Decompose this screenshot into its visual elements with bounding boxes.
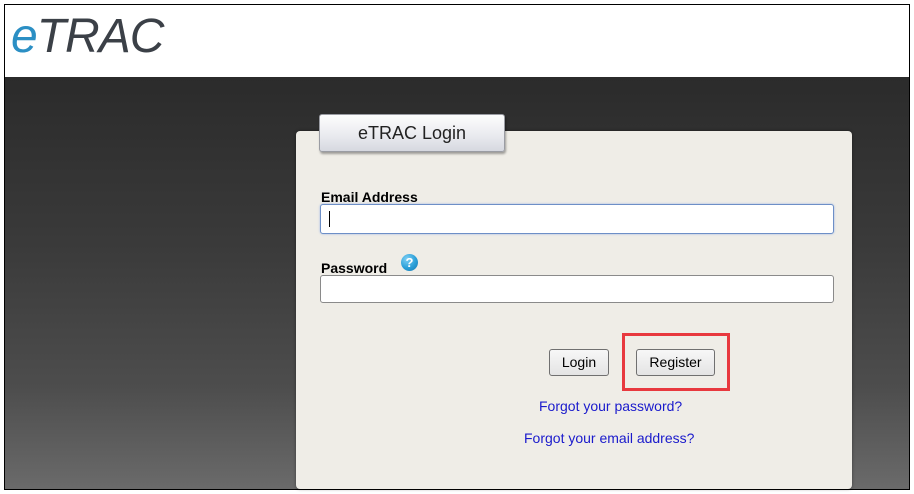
email-field[interactable] [320,204,834,234]
logo-e: e [11,10,38,63]
etrac-logo: eTRAC [11,9,165,65]
email-label: Email Address [321,189,418,205]
logo-trac: TRAC [36,10,165,63]
login-button[interactable]: Login [549,349,609,376]
text-caret [329,211,330,227]
password-label: Password [321,260,388,276]
password-field[interactable] [320,275,834,303]
login-panel-title: eTRAC Login [319,114,505,152]
help-question-icon[interactable]: ? [401,254,418,271]
forgot-password-link[interactable]: Forgot your password? [539,398,682,414]
register-button[interactable]: Register [636,349,715,376]
forgot-email-link[interactable]: Forgot your email address? [524,430,694,446]
header-bar: eTRAC [5,5,909,75]
